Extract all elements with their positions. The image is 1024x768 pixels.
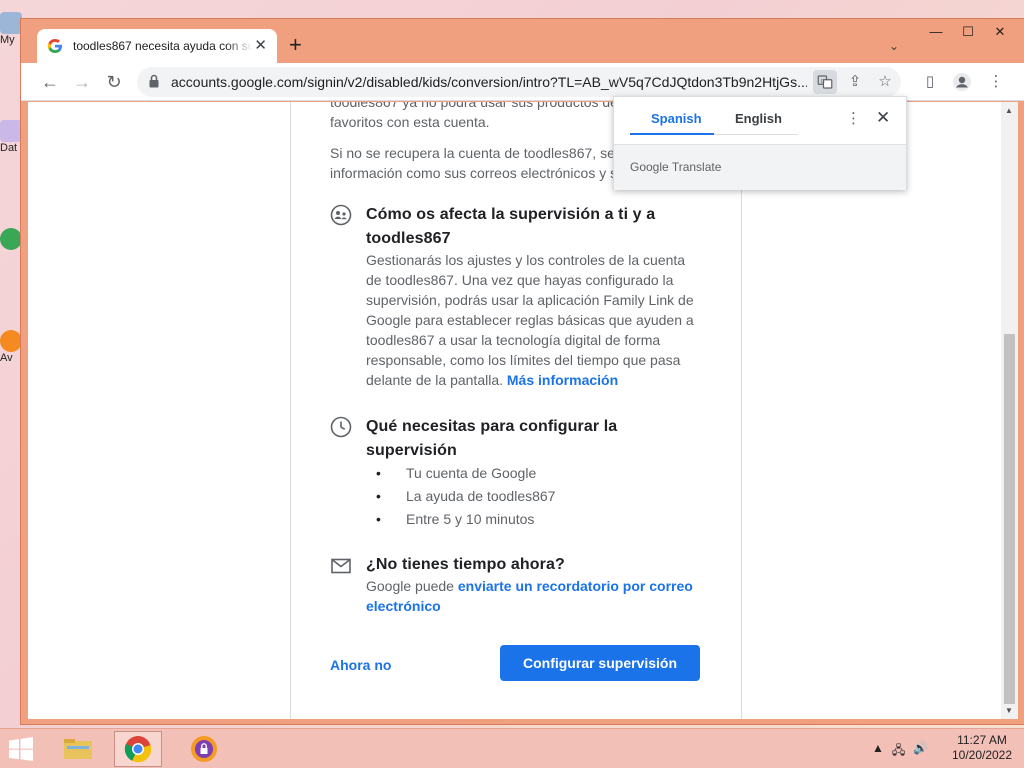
content-card: toodles867 ya no podrá usar sus producto… bbox=[290, 102, 742, 719]
system-tray: ▲ 🖧 🔊 bbox=[872, 741, 928, 762]
scrollbar-thumb[interactable] bbox=[1004, 334, 1015, 704]
desktop-icon-label: Av bbox=[0, 352, 13, 364]
list-item: La ayuda de toodles867 bbox=[366, 485, 555, 508]
clock-date: 10/20/2022 bbox=[951, 748, 1013, 762]
section-title-no-time: ¿No tienes tiempo ahora? bbox=[366, 556, 565, 573]
google-icon bbox=[47, 39, 62, 53]
back-icon[interactable]: ← bbox=[37, 69, 63, 95]
translate-popup: Spanish English ⋮ ✕ Google Translate bbox=[613, 96, 907, 190]
desktop-icon-label: My bbox=[0, 34, 15, 46]
profile-icon[interactable] bbox=[949, 69, 975, 95]
network-icon[interactable]: 🖧 bbox=[892, 741, 905, 762]
chrome-icon bbox=[0, 228, 22, 250]
chrome-icon bbox=[124, 736, 152, 763]
page-scrollbar[interactable]: ▲ ▼ bbox=[1001, 102, 1018, 719]
svg-text:G: G bbox=[821, 79, 825, 85]
google-translate-brand: Google Translate bbox=[630, 160, 722, 174]
url-text[interactable]: accounts.google.com/signin/v2/disabled/k… bbox=[171, 74, 807, 90]
scroll-up-arrow-icon[interactable]: ▲ bbox=[1005, 106, 1013, 115]
window-controls: — ☐ ✕ bbox=[920, 23, 1016, 43]
page-viewport: toodles867 ya no podrá usar sus producto… bbox=[28, 102, 1001, 719]
tab-spanish[interactable]: Spanish bbox=[651, 111, 702, 126]
show-hidden-icons-icon[interactable]: ▲ bbox=[872, 741, 884, 762]
forward-icon[interactable]: → bbox=[69, 69, 95, 95]
vpn-lock-icon bbox=[191, 736, 217, 762]
setup-supervision-button[interactable]: Configurar supervisión bbox=[500, 645, 700, 681]
taskbar-chrome[interactable] bbox=[114, 731, 162, 767]
maximize-button[interactable]: ☐ bbox=[952, 23, 984, 43]
section-body-supervision-effects: Gestionarás los ajustes y los controles … bbox=[366, 250, 696, 390]
address-bar[interactable]: accounts.google.com/signin/v2/disabled/k… bbox=[137, 67, 901, 97]
tab-title: toodles867 necesita ayuda con su cuenta bbox=[73, 39, 253, 53]
section-title-supervision-effects: Cómo os afecta la supervisión a ti y a t… bbox=[366, 206, 656, 247]
reload-icon[interactable]: ↻ bbox=[101, 69, 127, 95]
close-icon[interactable]: ✕ bbox=[876, 108, 890, 128]
scroll-down-arrow-icon[interactable]: ▼ bbox=[1005, 706, 1013, 715]
requirements-list: Tu cuenta de Google La ayuda de toodles8… bbox=[366, 462, 555, 531]
volume-icon[interactable]: 🔊 bbox=[913, 741, 928, 762]
close-window-button[interactable]: ✕ bbox=[984, 23, 1016, 43]
not-now-button[interactable]: Ahora no bbox=[330, 657, 391, 673]
section-title-requirements: Qué necesitas para configurar la supervi… bbox=[366, 418, 618, 459]
bookmark-star-icon[interactable]: ☆ bbox=[873, 70, 897, 94]
avast-icon bbox=[0, 330, 22, 352]
new-tab-button[interactable]: + bbox=[289, 34, 302, 56]
tab-english[interactable]: English bbox=[735, 111, 782, 126]
section-body-text: Google puede bbox=[366, 578, 454, 594]
taskbar-vpn-app[interactable] bbox=[180, 731, 228, 767]
translate-footer: Google Translate bbox=[614, 144, 906, 190]
list-item: Tu cuenta de Google bbox=[366, 462, 555, 485]
clock-icon bbox=[330, 416, 352, 438]
lock-icon[interactable] bbox=[149, 74, 159, 88]
desktop-icon-label: Dat bbox=[0, 142, 18, 154]
computer-icon bbox=[0, 12, 22, 34]
browser-tab[interactable]: toodles867 necesita ayuda con su cuenta … bbox=[37, 29, 277, 63]
title-bar: toodles867 necesita ayuda con su cuenta … bbox=[21, 19, 1024, 63]
folder-icon bbox=[0, 120, 22, 142]
folder-icon bbox=[64, 739, 92, 759]
side-panel-icon[interactable]: ▯ bbox=[917, 69, 943, 95]
list-item: Entre 5 y 10 minutos bbox=[366, 508, 555, 531]
menu-icon[interactable]: ⋮ bbox=[983, 69, 1009, 95]
clock-time: 11:27 AM bbox=[957, 733, 1007, 747]
taskbar-file-explorer[interactable] bbox=[54, 731, 102, 767]
system-clock[interactable]: 11:27 AM 10/20/2022 bbox=[946, 733, 1018, 763]
more-info-link[interactable]: Más información bbox=[507, 372, 618, 388]
translate-icon[interactable]: G bbox=[813, 70, 837, 94]
minimize-button[interactable]: — bbox=[920, 23, 952, 43]
tab-search-icon[interactable]: ⌄ bbox=[889, 39, 899, 53]
close-tab-icon[interactable]: ✕ bbox=[254, 38, 267, 54]
taskbar: ▲ 🖧 🔊 11:27 AM 10/20/2022 bbox=[0, 728, 1024, 768]
supervised-user-icon bbox=[330, 204, 352, 226]
windows-start-icon[interactable] bbox=[8, 737, 34, 761]
share-icon[interactable]: ⇪ bbox=[843, 70, 867, 94]
mail-icon bbox=[331, 558, 351, 574]
active-tab-indicator bbox=[630, 133, 714, 135]
section-body-no-time: Google puede enviarte un recordatorio po… bbox=[366, 576, 696, 616]
section-body-text: Gestionarás los ajustes y los controles … bbox=[366, 252, 694, 388]
translate-options-icon[interactable]: ⋮ bbox=[846, 109, 861, 127]
